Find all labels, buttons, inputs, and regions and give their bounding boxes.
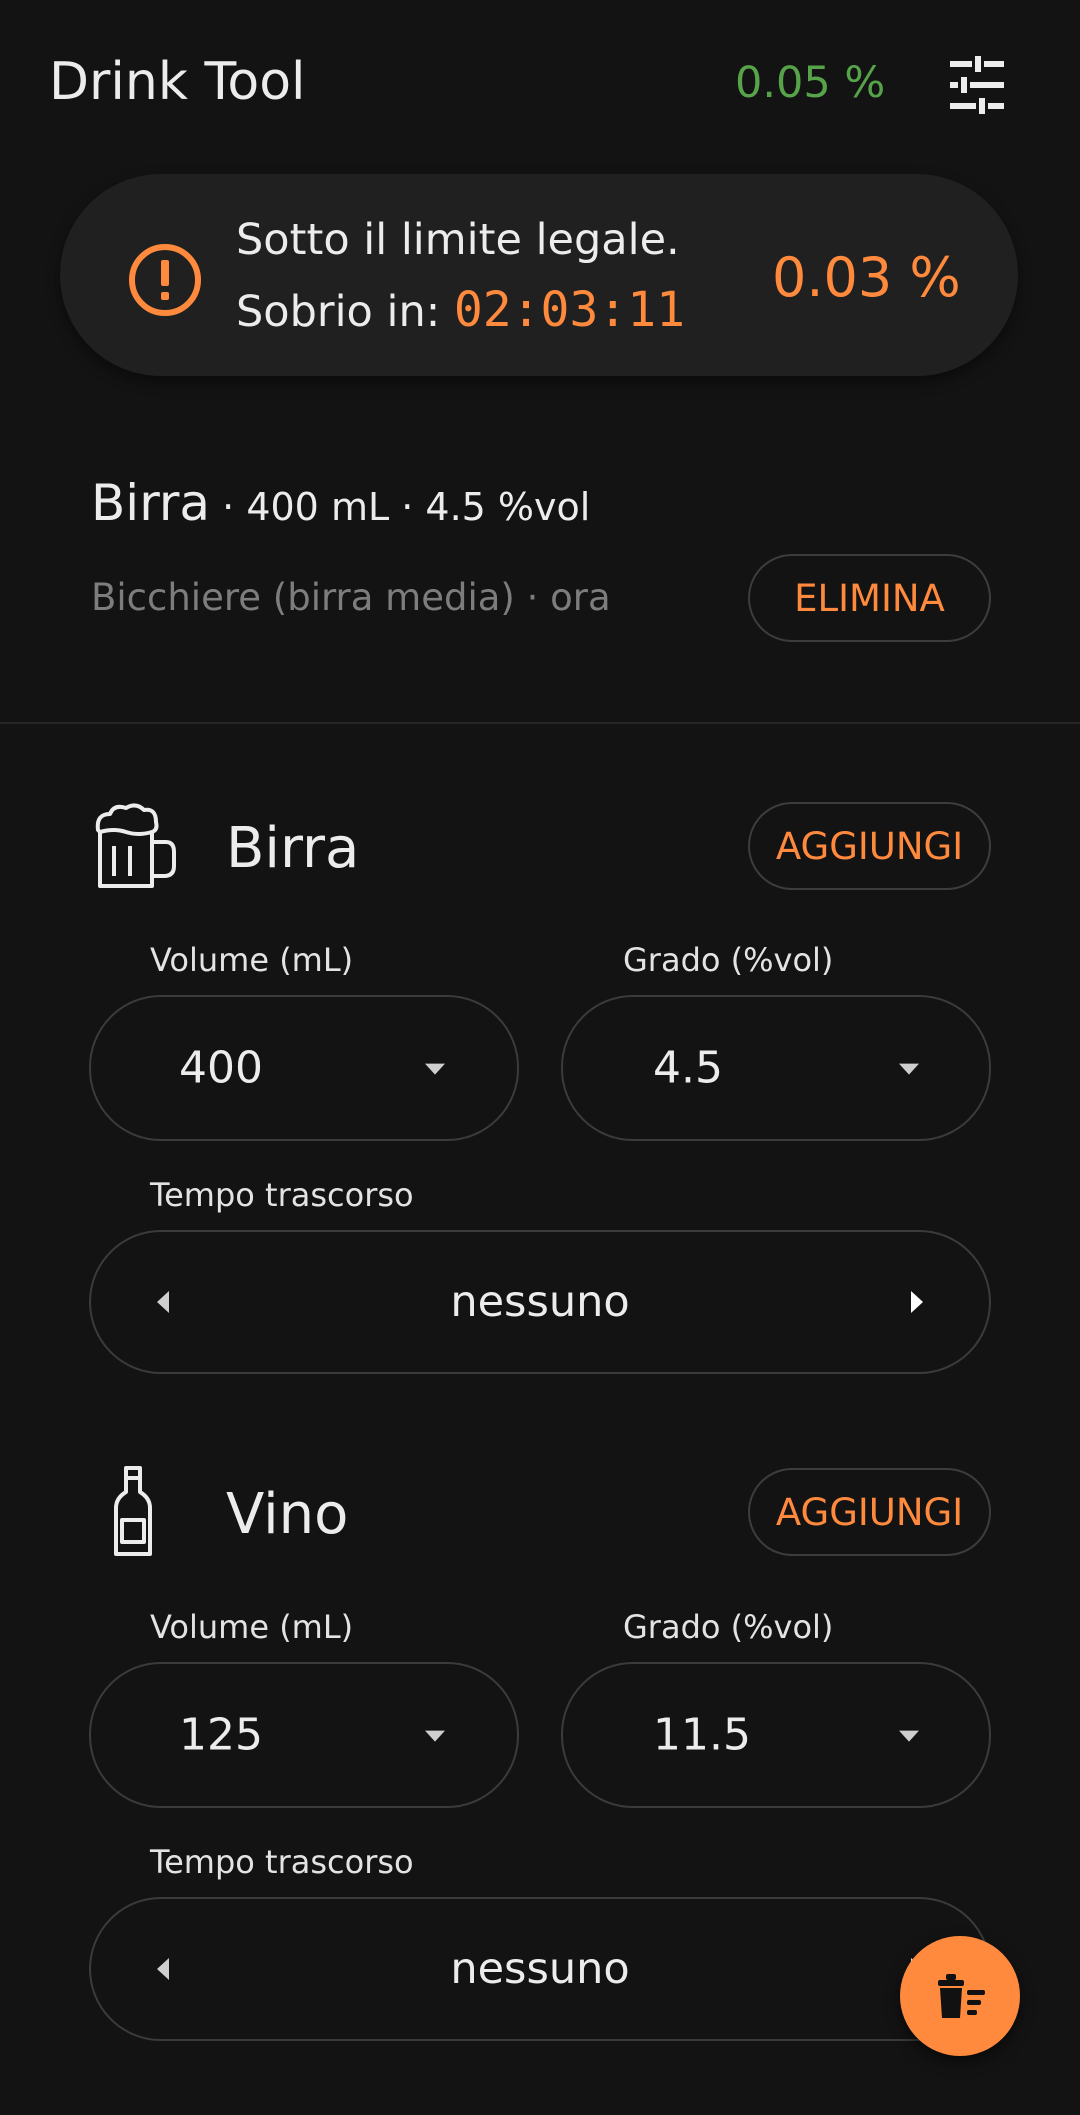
elapsed-time-value: nessuno <box>450 1277 630 1327</box>
drink-card-title: Birra <box>226 816 360 881</box>
volume-label: Volume (mL) <box>150 1608 354 1646</box>
elapsed-time-label: Tempo trascorso <box>150 1176 414 1214</box>
sober-timer: 02:03:11 <box>453 282 686 338</box>
delete-sweep-icon <box>938 1974 985 2018</box>
entry-name: Birra <box>91 474 211 532</box>
add-drink-button[interactable]: AGGIUNGI <box>748 1468 991 1556</box>
settings-button[interactable] <box>946 54 1008 116</box>
entry-subtitle: Bicchiere (birra media) · ora <box>91 576 611 619</box>
sober-in-label: Sobrio in: <box>236 287 441 337</box>
banner-sober-line: Sobrio in: 02:03:11 <box>236 282 685 338</box>
tune-sliders-icon <box>950 56 1004 114</box>
app-title: Drink Tool <box>49 52 306 112</box>
elapsed-time-stepper: nessuno <box>89 1230 991 1374</box>
abv-label: Grado (%vol) <box>623 941 834 979</box>
abv-value: 4.5 <box>653 1042 723 1094</box>
alert-circle-icon <box>127 242 203 318</box>
drink-card-title: Vino <box>226 1482 349 1547</box>
volume-value: 125 <box>179 1709 263 1761</box>
volume-dropdown[interactable]: 400 <box>89 995 519 1141</box>
clear-all-fab[interactable] <box>900 1936 1020 2056</box>
delete-entry-button[interactable]: ELIMINA <box>748 554 991 642</box>
elapsed-time-value: nessuno <box>450 1944 630 1994</box>
abv-label: Grado (%vol) <box>623 1608 834 1646</box>
elapsed-time-label: Tempo trascorso <box>150 1843 414 1881</box>
increment-arrow-icon[interactable] <box>911 1291 923 1313</box>
dropdown-arrow-icon <box>899 1063 919 1075</box>
entry-volume-unit: mL <box>318 485 390 529</box>
abv-dropdown[interactable]: 4.5 <box>561 995 991 1141</box>
wine-bottle-icon <box>90 1466 180 1556</box>
divider <box>0 722 1080 724</box>
abv-value: 11.5 <box>653 1709 751 1761</box>
volume-label: Volume (mL) <box>150 941 354 979</box>
entry-volume: 400 <box>246 485 319 529</box>
current-bac-value: 0.03 % <box>772 246 961 309</box>
dropdown-arrow-icon <box>425 1063 445 1075</box>
banner-status-text: Sotto il limite legale. <box>236 215 680 265</box>
abv-dropdown[interactable]: 11.5 <box>561 1662 991 1808</box>
dropdown-arrow-icon <box>425 1730 445 1742</box>
elapsed-time-stepper: nessuno <box>89 1897 991 2041</box>
entry-separator: · <box>389 485 426 529</box>
entry-title: Birra · 400 mL · 4.5 %vol <box>91 474 590 532</box>
entry-separator: · <box>210 485 247 529</box>
volume-dropdown[interactable]: 125 <box>89 1662 519 1808</box>
beer-mug-icon <box>90 800 180 890</box>
legal-limit-value: 0.05 % <box>735 58 886 108</box>
add-drink-button[interactable]: AGGIUNGI <box>748 802 991 890</box>
entry-abv: 4.5 %vol <box>425 485 591 529</box>
volume-value: 400 <box>179 1042 263 1094</box>
dropdown-arrow-icon <box>899 1730 919 1742</box>
